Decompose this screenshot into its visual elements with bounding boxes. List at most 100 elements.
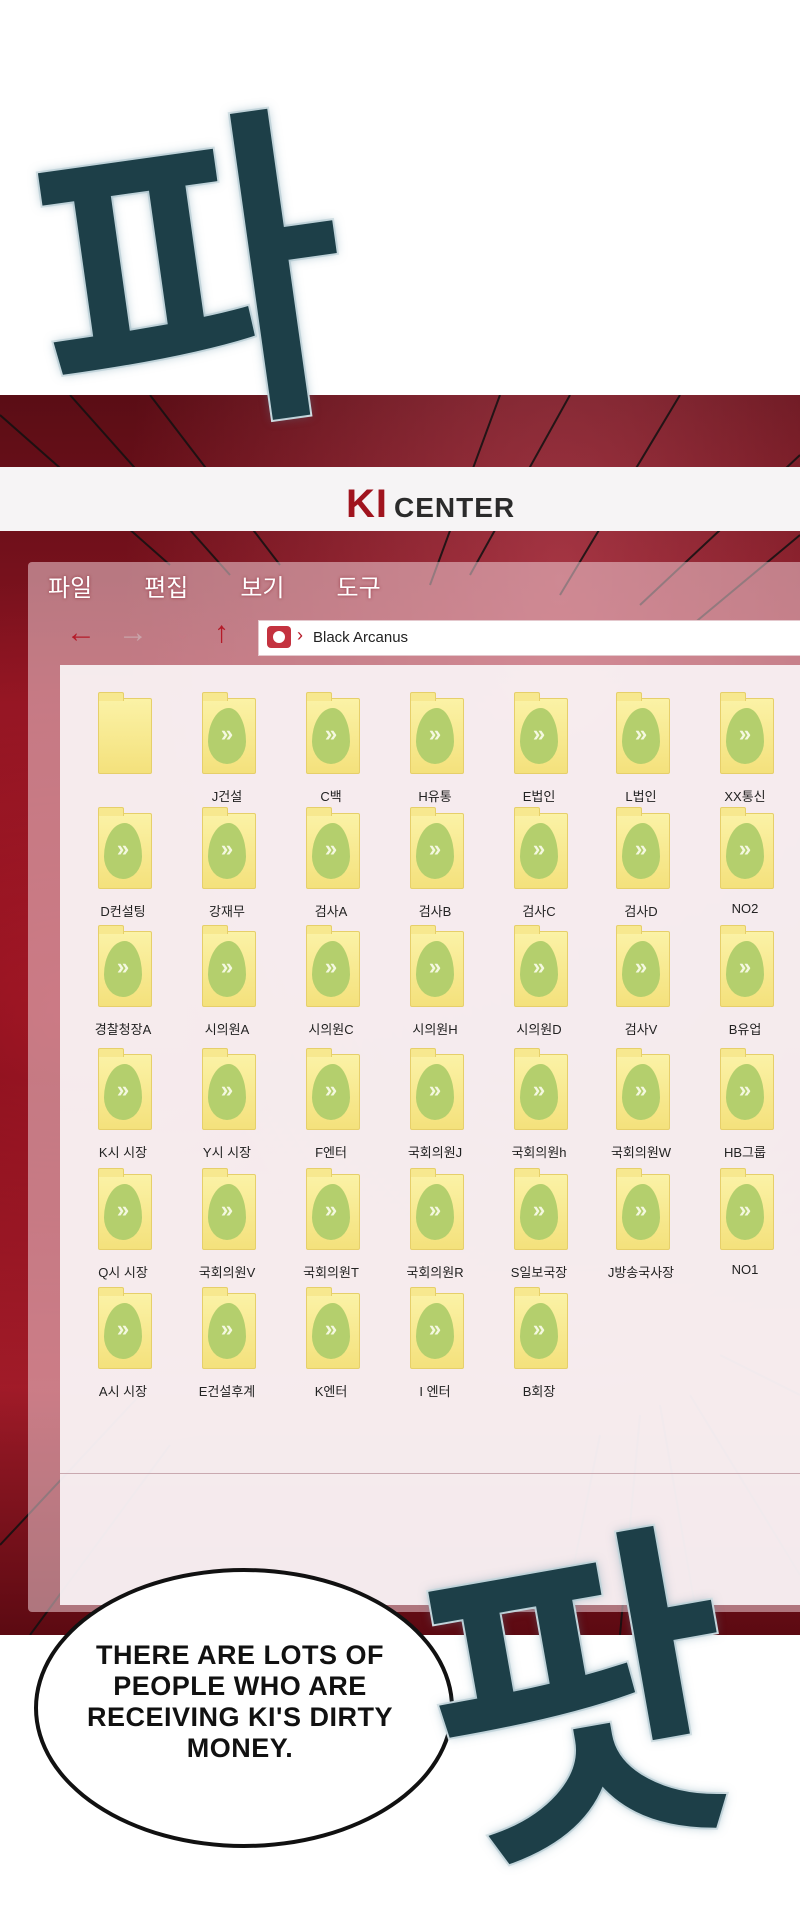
folder-item[interactable]: 국회의원h [484, 1046, 594, 1176]
folder-item[interactable] [68, 690, 178, 820]
folder-item[interactable]: NO2 [690, 805, 800, 935]
folder-item[interactable]: 시의원A [172, 923, 282, 1053]
folder-item[interactable]: B유업 [690, 923, 800, 1053]
leaf-play-icon [622, 941, 660, 997]
folder-item[interactable]: J건설 [172, 690, 282, 820]
folder-label: B회장 [522, 1384, 556, 1399]
menu-file[interactable]: 파일 [48, 568, 92, 608]
folder-item[interactable]: C백 [276, 690, 386, 820]
leaf-play-icon [520, 1184, 558, 1240]
folder-label: E건설후계 [198, 1384, 256, 1399]
folder-label: 검사B [418, 904, 452, 919]
folder-item[interactable]: 국회의원J [380, 1046, 490, 1176]
leaf-play-icon [416, 941, 454, 997]
folder-item[interactable]: Y시 시장 [172, 1046, 282, 1176]
folder-label: NO2 [731, 901, 759, 916]
leaf-play-icon [726, 1184, 764, 1240]
leaf-play-icon [312, 823, 350, 879]
window-title: KI CENTER [346, 482, 515, 527]
forward-arrow-icon[interactable]: → [118, 616, 148, 650]
folder-label: K시 시장 [98, 1145, 148, 1160]
folder-item[interactable]: 검사C [484, 805, 594, 935]
leaf-play-icon [726, 941, 764, 997]
menu-tools[interactable]: 도구 [337, 568, 381, 608]
folder-item[interactable]: K시 시장 [68, 1046, 178, 1176]
folder-item[interactable]: E건설후계 [172, 1285, 282, 1415]
folder-item[interactable]: NO1 [690, 1166, 800, 1296]
folder-label: 검사V [624, 1022, 658, 1037]
folder-item[interactable]: 시의원H [380, 923, 490, 1053]
leaf-play-icon [104, 941, 142, 997]
leaf-play-icon [312, 708, 350, 764]
leaf-play-icon [208, 823, 246, 879]
folder-item[interactable]: F엔터 [276, 1046, 386, 1176]
folder-item[interactable]: 검사B [380, 805, 490, 935]
chevron-down-icon[interactable]: ⌄ [174, 616, 191, 650]
menu-view[interactable]: 보기 [240, 568, 284, 608]
folder-item[interactable]: HB그룹 [690, 1046, 800, 1176]
folder-item[interactable]: 시의원C [276, 923, 386, 1053]
back-arrow-icon[interactable]: ← [66, 616, 96, 650]
folder-item[interactable]: E법인 [484, 690, 594, 820]
folder-item[interactable]: Q시 시장 [68, 1166, 178, 1296]
folder-item[interactable]: D컨설팅 [68, 805, 178, 935]
folder-item[interactable]: I 엔터 [380, 1285, 490, 1415]
leaf-play-icon [520, 941, 558, 997]
folder-item[interactable]: S일보국장 [484, 1166, 594, 1296]
folder-label: A시 시장 [98, 1384, 148, 1399]
leaf-play-icon [520, 1064, 558, 1120]
folder-label: 국회의원T [303, 1265, 359, 1280]
folder-item[interactable]: K엔터 [276, 1285, 386, 1415]
folder-label: 검사C [522, 904, 556, 919]
leaf-play-icon [622, 1184, 660, 1240]
up-arrow-icon[interactable]: ↑ [214, 616, 229, 650]
leaf-play-icon [726, 1064, 764, 1120]
leaf-play-icon [104, 823, 142, 879]
folder-item[interactable]: 검사V [586, 923, 696, 1053]
leaf-play-icon [312, 1064, 350, 1120]
folder-item[interactable]: 시의원D [484, 923, 594, 1053]
folder-label: H유통 [418, 789, 452, 804]
folder-label: 시의원H [412, 1022, 458, 1037]
folder-item[interactable]: 국회의원W [586, 1046, 696, 1176]
folder-label: HB그룹 [724, 1145, 766, 1160]
leaf-play-icon [104, 1303, 142, 1359]
folder-item[interactable]: L법인 [586, 690, 696, 820]
folder-label: I 엔터 [419, 1384, 451, 1399]
menu-edit[interactable]: 편집 [144, 568, 188, 608]
folder-label: 국회의원W [610, 1145, 672, 1160]
folder-label: 검사D [624, 904, 658, 919]
title-center: CENTER [394, 492, 516, 523]
leaf-play-icon [104, 1184, 142, 1240]
leaf-play-icon [208, 941, 246, 997]
folder-item[interactable]: 국회의원R [380, 1166, 490, 1296]
folder-item[interactable]: XX통신 [690, 690, 800, 820]
sound-effect-top: 파 [13, 72, 371, 499]
leaf-play-icon [312, 1303, 350, 1359]
leaf-play-icon [416, 1184, 454, 1240]
folder-label: 검사A [314, 904, 348, 919]
folder-item[interactable]: J방송국사장 [586, 1166, 696, 1296]
folder-label: J방송국사장 [607, 1265, 675, 1280]
folder-item[interactable]: 국회의원V [172, 1166, 282, 1296]
folder-label: XX통신 [724, 789, 766, 804]
leaf-play-icon [622, 823, 660, 879]
folder-item[interactable]: 검사D [586, 805, 696, 935]
folder-item[interactable]: 경찰청장A [68, 923, 178, 1053]
folder-label: E법인 [522, 789, 556, 804]
folder-item[interactable]: A시 시장 [68, 1285, 178, 1415]
leaf-play-icon [416, 823, 454, 879]
folder-label: J건설 [211, 789, 243, 804]
leaf-play-icon [726, 823, 764, 879]
folder-label: 시의원A [204, 1022, 250, 1037]
folder-item[interactable]: 강재무 [172, 805, 282, 935]
folder-item[interactable]: H유통 [380, 690, 490, 820]
folder-label: 경찰청장A [94, 1022, 152, 1037]
leaf-play-icon [312, 941, 350, 997]
folder-item[interactable]: 검사A [276, 805, 386, 935]
folder-item[interactable]: B회장 [484, 1285, 594, 1415]
address-bar[interactable]: › Black Arcanus [258, 620, 800, 656]
folder-item[interactable]: 국회의원T [276, 1166, 386, 1296]
folder-icon [98, 692, 152, 774]
leaf-play-icon [416, 1303, 454, 1359]
